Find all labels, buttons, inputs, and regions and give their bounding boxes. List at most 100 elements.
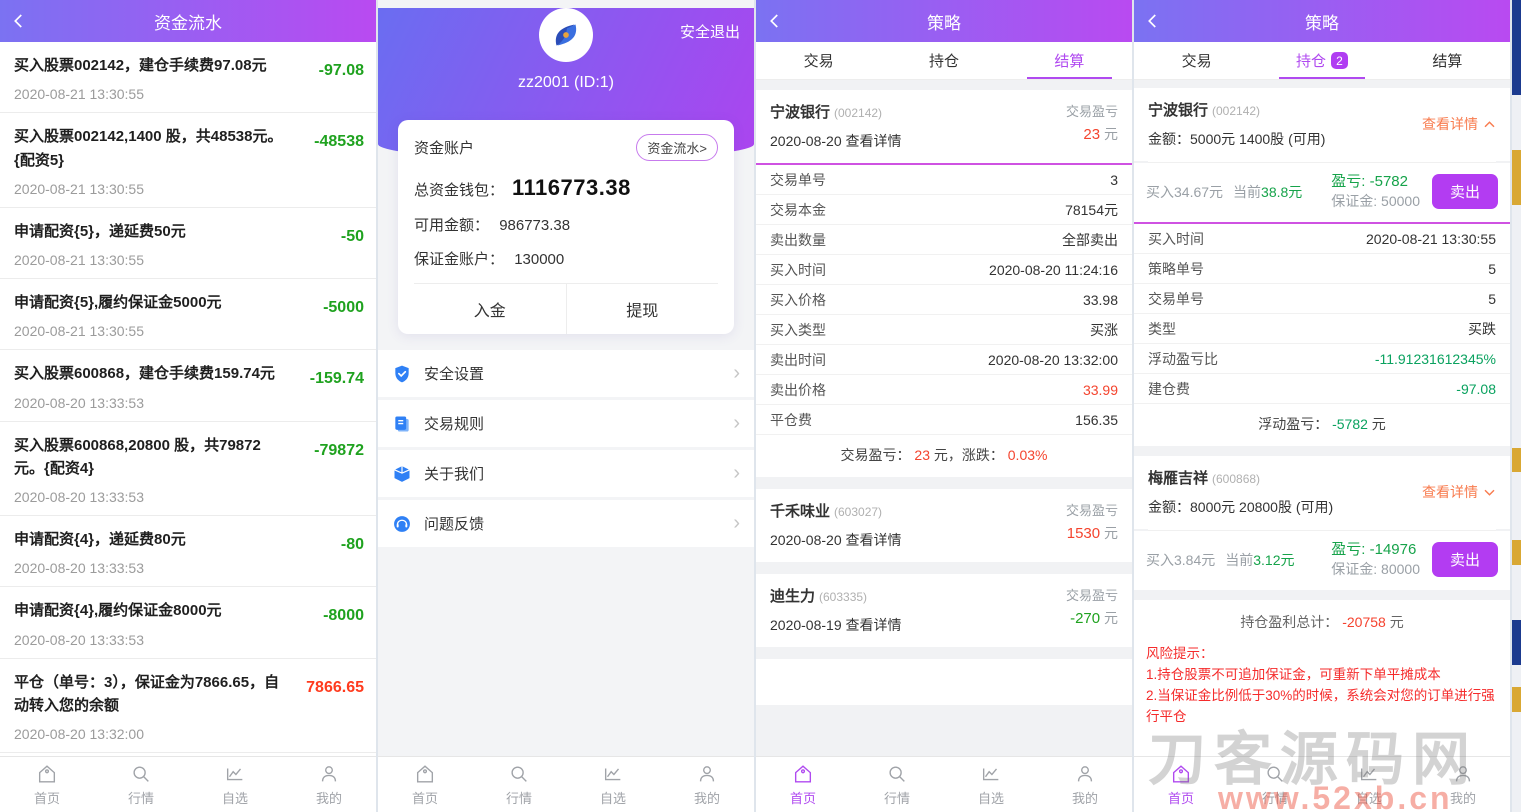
page-title: 策略 (927, 9, 961, 34)
chart-icon (980, 763, 1002, 785)
fund-flow-row: 买入股票600868，建仓手续费159.74元 -159.74 2020-08-… (0, 350, 376, 421)
menu-item-security[interactable]: 安全设置 › (378, 350, 754, 397)
tab-market[interactable]: 行情 (1228, 757, 1322, 812)
fund-flow-list: 买入股票002142，建仓手续费97.08元 -97.08 2020-08-21… (0, 42, 376, 756)
view-detail-link[interactable]: 2020-08-19 查看详情 (770, 615, 902, 635)
tab-mine[interactable]: 我的 (1416, 757, 1510, 812)
tab-market[interactable]: 行情 (94, 757, 188, 812)
person-icon (696, 763, 718, 785)
chevron-up-icon (1483, 120, 1496, 129)
pl-label: 交易盈亏 (1066, 585, 1118, 604)
tab-mine[interactable]: 我的 (282, 757, 376, 812)
stock-name: 千禾味业 (770, 503, 830, 520)
flow-amount: -159.74 (310, 370, 364, 388)
home-icon (36, 763, 58, 785)
flow-date: 2020-08-20 13:32:00 (14, 726, 362, 742)
sell-button[interactable]: 卖出 (1432, 542, 1498, 577)
empty-card (1134, 742, 1510, 756)
settlement-footer: 交易盈亏： 23 元，涨跌： 0.03% (756, 435, 1132, 477)
search-icon (1264, 763, 1286, 785)
tab-watchlist[interactable]: 自选 (188, 757, 282, 812)
logout-button[interactable]: 安全退出 (680, 21, 740, 42)
screen-strategy-positions: 策略 交易 持仓 2 结算 宁波银行(002142) 金额：5000元 1400… (1134, 0, 1512, 812)
tab-market[interactable]: 行情 (850, 757, 944, 812)
detail-row: 交易单号3 (756, 165, 1132, 195)
four-screen-composite: 资金流水 买入股票002142，建仓手续费97.08元 -97.08 2020-… (0, 0, 1521, 812)
margin-label: 保证金账户： (414, 251, 504, 268)
available-label: 可用金额： (414, 217, 489, 234)
pl-label: 交易盈亏 (1066, 500, 1118, 519)
flow-amount: -8000 (323, 607, 364, 625)
fund-flow-link[interactable]: 资金流水> (636, 134, 718, 161)
person-icon (1074, 763, 1096, 785)
view-detail-link[interactable]: 2020-08-20 查看详情 (770, 530, 902, 550)
tab-positions[interactable]: 持仓 (881, 42, 1006, 79)
position-price-row: 买入34.67元 当前38.8元 盈亏: -5782 保证金: 50000 卖出 (1134, 163, 1510, 222)
screen-strategy-settlement: 策略 交易 持仓 结算 宁波银行(002142) 2020-08-20 查看详情… (756, 0, 1134, 812)
fund-flow-row: 买入股票600868,20800 股，共79872元。{配资4} -79872 … (0, 422, 376, 517)
tab-watchlist[interactable]: 自选 (566, 757, 660, 812)
menu-item-trade-rules[interactable]: 交易规则 › (378, 400, 754, 447)
positions-count-badge: 2 (1331, 52, 1348, 69)
flow-date: 2020-08-20 13:33:53 (14, 489, 362, 505)
sell-button[interactable]: 卖出 (1432, 174, 1498, 209)
deposit-button[interactable]: 入金 (414, 284, 567, 334)
tab-trade[interactable]: 交易 (1134, 42, 1259, 79)
positions-total-summary: 持仓盈利总计： -20758 元 (1134, 600, 1510, 638)
menu-item-about-us[interactable]: 关于我们 › (378, 450, 754, 497)
flow-amount: -48538 (314, 133, 364, 151)
back-button[interactable] (10, 0, 28, 42)
tab-settlement[interactable]: 结算 (1385, 42, 1510, 79)
tab-home[interactable]: 首页 (0, 757, 94, 812)
chart-icon (1358, 763, 1380, 785)
tab-watchlist[interactable]: 自选 (944, 757, 1038, 812)
tab-mine[interactable]: 我的 (660, 757, 754, 812)
fund-account-card: 资金账户 资金流水> 总资金钱包： 1116773.38 可用金额： 98677… (398, 120, 734, 334)
tab-bar: 首页 行情 自选 我的 (1134, 756, 1510, 812)
tab-positions[interactable]: 持仓 2 (1259, 42, 1384, 79)
tab-home[interactable]: 首页 (756, 757, 850, 812)
fund-flow-row: 申请配资{5}，递延费50元 -50 2020-08-21 13:30:55 (0, 208, 376, 279)
margin-row: 保证金账户： 130000 (414, 248, 718, 269)
tab-home[interactable]: 首页 (378, 757, 472, 812)
menu-item-feedback[interactable]: 问题反馈 › (378, 500, 754, 547)
app-logo (539, 8, 593, 62)
back-button[interactable] (1144, 0, 1162, 42)
view-detail-toggle[interactable]: 查看详情 (1422, 99, 1496, 149)
menu-label: 问题反馈 (424, 513, 484, 534)
position-card: 宁波银行(002142) 金额：5000元 1400股 (可用) 查看详情 (1134, 88, 1510, 161)
available-row: 可用金额： 986773.38 (414, 214, 718, 235)
pl-unit: 元 (1104, 525, 1118, 541)
view-detail-toggle[interactable]: 查看详情 (1422, 467, 1496, 517)
settlement-card: 宁波银行(002142) 2020-08-20 查看详情 交易盈亏 23 元 (756, 90, 1132, 163)
account-body: 安全退出 zz2001 (ID:1) 资金账户 资金流水> 总资金钱包： (378, 0, 754, 756)
settlement-card: 迪生力(603335) 2020-08-19 查看详情 交易盈亏 -270 元 (756, 574, 1132, 647)
amount-line: 金额：8000元 20800股 (可用) (1148, 497, 1333, 517)
back-icon (766, 12, 784, 30)
tab-settlement[interactable]: 结算 (1007, 42, 1132, 79)
flow-date: 2020-08-21 13:30:55 (14, 181, 362, 197)
detail-row: 策略单号5 (1134, 254, 1510, 284)
appbar: 策略 (756, 0, 1132, 42)
flow-text: 申请配资{4},履约保证金8000元 (14, 599, 362, 622)
amount-line: 金额：5000元 1400股 (可用) (1148, 129, 1325, 149)
stock-name: 迪生力 (770, 588, 815, 605)
home-icon (414, 763, 436, 785)
detail-row: 买入类型买涨 (756, 315, 1132, 345)
stock-name: 宁波银行 (770, 104, 830, 121)
detail-row: 买入时间2020-08-20 11:24:16 (756, 255, 1132, 285)
tab-mine[interactable]: 我的 (1038, 757, 1132, 812)
person-icon (318, 763, 340, 785)
flow-text: 买入股票600868,20800 股，共79872元。{配资4} (14, 434, 362, 481)
back-button[interactable] (766, 0, 784, 42)
tab-home[interactable]: 首页 (1134, 757, 1228, 812)
withdraw-button[interactable]: 提现 (567, 284, 719, 334)
tab-watchlist[interactable]: 自选 (1322, 757, 1416, 812)
tab-market[interactable]: 行情 (472, 757, 566, 812)
tab-trade[interactable]: 交易 (756, 42, 881, 79)
view-detail-link[interactable]: 2020-08-20 查看详情 (770, 131, 902, 151)
fund-flow-row: 买入股票002142，建仓手续费97.08元 -97.08 2020-08-21… (0, 42, 376, 113)
flow-date: 2020-08-20 13:33:53 (14, 560, 362, 576)
segment-tabs: 交易 持仓 2 结算 (1134, 42, 1510, 80)
flow-text: 申请配资{4}，递延费80元 (14, 528, 362, 551)
